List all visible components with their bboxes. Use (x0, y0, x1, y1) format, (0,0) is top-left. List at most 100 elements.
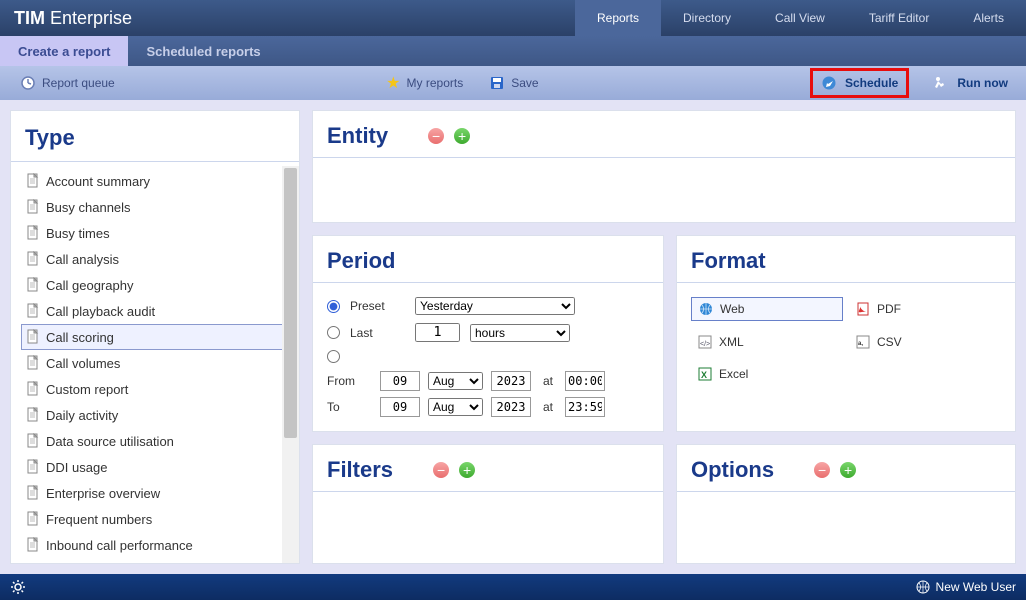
brand: TIM Enterprise (0, 0, 146, 36)
type-item[interactable]: Account summary (21, 168, 295, 194)
clock-icon (20, 75, 36, 91)
type-item[interactable]: Busy times (21, 220, 295, 246)
filters-add-button[interactable]: + (459, 462, 475, 478)
type-item[interactable]: Call playback audit (21, 298, 295, 324)
report-queue-button[interactable]: Report queue (20, 75, 115, 91)
type-item[interactable]: Call analysis (21, 246, 295, 272)
type-item-label: Call analysis (46, 252, 119, 267)
type-item[interactable]: Custom report (21, 376, 295, 402)
right-column: Entity − + Period Preset Yesterday (312, 110, 1016, 564)
format-xml[interactable]: </> XML (691, 331, 843, 353)
svg-text:</>: </> (700, 341, 710, 348)
type-item-label: Inbound call performance (46, 538, 193, 553)
type-item[interactable]: Enterprise overview (21, 480, 295, 506)
period-last-radio[interactable] (327, 326, 340, 339)
period-range-radio[interactable] (327, 350, 340, 363)
type-item[interactable]: Data source utilisation (21, 428, 295, 454)
type-scrollbar[interactable] (282, 166, 299, 563)
type-item-label: Enterprise overview (46, 486, 160, 501)
type-panel: Type Account summaryBusy channelsBusy ti… (10, 110, 300, 564)
entity-panel: Entity − + (312, 110, 1016, 223)
entity-add-button[interactable]: + (454, 128, 470, 144)
svg-text:a,: a, (858, 341, 863, 347)
format-excel[interactable]: X Excel (691, 363, 843, 385)
brand-bold: TIM (14, 8, 45, 28)
save-icon (489, 75, 505, 91)
type-scrollbar-thumb[interactable] (284, 168, 297, 438)
nav-alerts[interactable]: Alerts (951, 0, 1026, 36)
svg-text:X: X (701, 370, 707, 380)
format-xml-label: XML (719, 335, 744, 349)
brand-rest: Enterprise (45, 8, 132, 28)
star-icon: ★ (386, 73, 400, 93)
nav-reports[interactable]: Reports (575, 0, 661, 36)
period-to-time[interactable] (565, 397, 605, 417)
globe-icon (916, 580, 930, 594)
my-reports-button[interactable]: ★ My reports (386, 73, 463, 93)
type-item[interactable]: Call volumes (21, 350, 295, 376)
type-item[interactable]: Frequent numbers (21, 506, 295, 532)
status-user-label: New Web User (936, 580, 1016, 594)
options-add-button[interactable]: + (840, 462, 856, 478)
format-pdf-label: PDF (877, 302, 901, 316)
period-from-label: From (327, 374, 372, 388)
period-last-unit-select[interactable]: hours (470, 324, 570, 342)
period-to-label: To (327, 400, 372, 414)
type-title: Type (11, 111, 299, 162)
period-to-year[interactable] (491, 397, 531, 417)
type-item[interactable]: Call geography (21, 272, 295, 298)
type-item-label: Call geography (46, 278, 133, 293)
type-item[interactable]: Daily activity (21, 402, 295, 428)
format-title: Format (691, 248, 766, 274)
type-item[interactable]: DDI usage (21, 454, 295, 480)
document-icon (26, 511, 40, 527)
period-from-year[interactable] (491, 371, 531, 391)
type-item-label: Data source utilisation (46, 434, 174, 449)
period-from-day[interactable] (380, 371, 420, 391)
document-icon (26, 381, 40, 397)
status-user[interactable]: New Web User (916, 580, 1016, 594)
period-to-day[interactable] (380, 397, 420, 417)
period-from-month[interactable]: Aug (428, 372, 483, 390)
schedule-button[interactable]: Schedule (810, 68, 909, 98)
filters-title: Filters (327, 457, 393, 483)
document-icon (26, 329, 40, 345)
period-preset-select[interactable]: Yesterday (415, 297, 575, 315)
filters-remove-button[interactable]: − (433, 462, 449, 478)
type-item[interactable]: Call scoring (21, 324, 295, 350)
excel-icon: X (697, 366, 713, 382)
period-title: Period (327, 248, 395, 274)
format-web[interactable]: Web (691, 297, 843, 321)
csv-icon: a, (855, 334, 871, 350)
document-icon (26, 433, 40, 449)
period-from-time[interactable] (565, 371, 605, 391)
period-last-n-input[interactable] (415, 323, 460, 342)
period-preset-radio[interactable] (327, 300, 340, 313)
nav-callview[interactable]: Call View (753, 0, 847, 36)
schedule-label: Schedule (845, 76, 898, 90)
type-item[interactable]: Inbound call performance (21, 532, 295, 558)
period-to-month[interactable]: Aug (428, 398, 483, 416)
entity-remove-button[interactable]: − (428, 128, 444, 144)
format-csv[interactable]: a, CSV (849, 331, 1001, 353)
xml-icon: </> (697, 334, 713, 350)
type-item[interactable]: Busy channels (21, 194, 295, 220)
run-now-label: Run now (957, 76, 1008, 90)
gear-icon[interactable] (10, 579, 26, 595)
tab-scheduled-reports[interactable]: Scheduled reports (128, 36, 278, 66)
format-web-label: Web (720, 302, 744, 316)
statusbar: New Web User (0, 574, 1026, 600)
run-now-button[interactable]: Run now (925, 75, 1016, 91)
format-pdf[interactable]: PDF (849, 297, 1001, 321)
document-icon (26, 537, 40, 553)
type-item-label: DDI usage (46, 460, 107, 475)
type-item-label: Custom report (46, 382, 128, 397)
tab-create-report[interactable]: Create a report (0, 36, 128, 66)
save-button[interactable]: Save (489, 75, 538, 91)
nav-directory[interactable]: Directory (661, 0, 753, 36)
run-icon (933, 75, 949, 91)
options-remove-button[interactable]: − (814, 462, 830, 478)
document-icon (26, 225, 40, 241)
document-icon (26, 459, 40, 475)
nav-tariff-editor[interactable]: Tariff Editor (847, 0, 951, 36)
